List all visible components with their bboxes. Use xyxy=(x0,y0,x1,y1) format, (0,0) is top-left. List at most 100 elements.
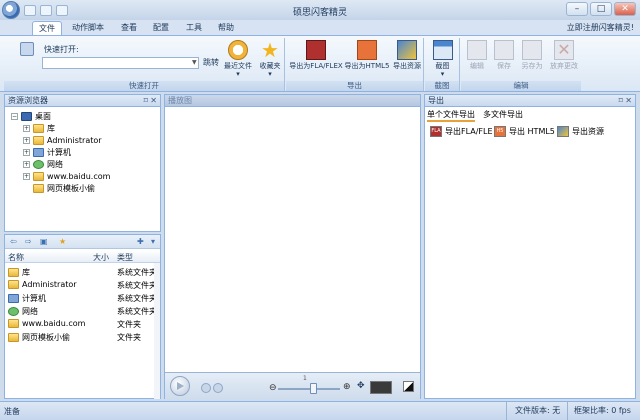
play-icon xyxy=(177,382,184,390)
file-row[interactable]: Administrator 系统文件夹 xyxy=(5,278,160,291)
folder-icon xyxy=(33,183,44,193)
expand-icon[interactable]: + xyxy=(23,136,30,144)
tree-item-administrator[interactable]: + Administrator xyxy=(23,134,102,146)
tree-item-desktop[interactable]: − 桌面 xyxy=(11,110,51,122)
add-icon[interactable]: ✚ xyxy=(137,238,146,246)
export-html5-action-label: 导出 HTML5 xyxy=(509,127,555,136)
frame-rate-status: 框架比率: 0 fps xyxy=(567,402,637,420)
expand-icon[interactable]: + xyxy=(23,148,30,156)
tree-item-template-thief[interactable]: 网页模板小偷 xyxy=(33,182,95,194)
computer-icon xyxy=(8,294,19,303)
tab-single-export[interactable]: 单个文件导出 xyxy=(427,109,475,122)
tab-actionscript[interactable]: 动作脚本 xyxy=(66,21,110,35)
background-color-icon[interactable] xyxy=(403,381,414,392)
folder-icon xyxy=(8,319,19,328)
tab-file[interactable]: 文件 xyxy=(32,21,62,35)
export-fla-label: 导出为FLA/FLEX xyxy=(289,62,343,70)
tree-item-library[interactable]: + 库 xyxy=(23,122,55,134)
pane-pin-close-icon[interactable]: ⌑ ✕ xyxy=(144,95,157,107)
group-edit: 编辑 保存 另存为 ✕ 放弃更改 编辑 xyxy=(461,38,581,91)
save-button[interactable]: 保存 xyxy=(493,40,515,70)
column-size[interactable]: 大小 xyxy=(93,252,109,263)
qat-open-icon[interactable] xyxy=(24,5,36,16)
file-row[interactable]: 网页模板小偷 文件夹 xyxy=(5,330,160,343)
back-icon[interactable]: ⇦ xyxy=(10,238,19,246)
screenshot-button[interactable]: 截图 ▾ xyxy=(429,40,456,78)
desktop-icon xyxy=(21,111,32,121)
favorites-button[interactable]: ★ 收藏夹 ▾ xyxy=(256,40,284,78)
export-resources-action[interactable]: 导出资源 xyxy=(557,126,604,137)
tab-view[interactable]: 查看 xyxy=(115,21,143,35)
chevron-down-icon: ▾ xyxy=(440,70,445,78)
resource-browser-pane: 资源浏览器 ⌑ ✕ − 桌面 + 库 + Administrator + 计算机… xyxy=(4,94,161,232)
zoom-out-icon[interactable]: ⊖ xyxy=(269,383,277,393)
fit-view-icon[interactable] xyxy=(370,381,392,394)
export-pane-header: 导出 ⌑ ✕ xyxy=(425,95,635,107)
zoom-slider[interactable] xyxy=(278,388,340,390)
pencil-icon xyxy=(467,40,487,60)
star-icon: ★ xyxy=(261,38,279,62)
recent-files-button[interactable]: 最近文件 ▾ xyxy=(222,40,254,78)
preview-header: 播放图 xyxy=(165,95,420,107)
expand-icon[interactable]: + xyxy=(23,124,30,132)
chevron-down-icon[interactable]: ▾ xyxy=(151,238,160,246)
tab-help[interactable]: 帮助 xyxy=(212,21,240,35)
close-button[interactable]: ✕ xyxy=(614,2,636,16)
favorite-star-icon[interactable]: ★ xyxy=(59,238,68,246)
minimize-button[interactable]: – xyxy=(566,2,588,16)
export-fla-button[interactable]: 导出为FLA/FLEX xyxy=(288,40,344,70)
export-tabs: 单个文件导出 多文件导出 xyxy=(427,109,523,122)
file-row[interactable]: 网络 系统文件夹 xyxy=(5,304,160,317)
zoom-in-icon[interactable]: ⊕ xyxy=(343,382,351,392)
file-row[interactable]: 计算机 系统文件夹 xyxy=(5,291,160,304)
html5-file-icon xyxy=(357,40,377,60)
expand-icon[interactable]: + xyxy=(23,160,30,168)
library-icon xyxy=(33,123,44,133)
column-name[interactable]: 名称 xyxy=(8,252,24,263)
export-html5-button[interactable]: 导出为HTML5 xyxy=(344,40,390,70)
qat-save-icon[interactable] xyxy=(40,5,52,16)
discard-icon: ✕ xyxy=(554,40,574,60)
app-logo-icon[interactable] xyxy=(2,1,20,19)
pane-pin-close-icon[interactable]: ⌑ ✕ xyxy=(619,95,632,107)
zoom-slider-thumb[interactable] xyxy=(310,383,317,394)
export-html5-action[interactable]: H5 导出 HTML5 xyxy=(494,126,555,137)
move-icon[interactable]: ✥ xyxy=(357,382,366,391)
file-type: 系统文件夹 xyxy=(117,294,157,303)
column-type[interactable]: 类型 xyxy=(117,252,133,263)
file-row[interactable]: www.baidu.com 文件夹 xyxy=(5,317,160,330)
collapse-icon[interactable]: − xyxy=(11,112,18,120)
go-button[interactable]: 跳转 xyxy=(203,57,219,68)
html5-file-icon: H5 xyxy=(494,126,506,137)
save-as-icon xyxy=(522,40,542,60)
file-type: 系统文件夹 xyxy=(117,307,157,316)
export-fla-action[interactable]: FLA 导出FLA/FLE xyxy=(430,126,493,137)
tab-tools[interactable]: 工具 xyxy=(180,21,208,35)
discard-changes-button[interactable]: ✕ 放弃更改 xyxy=(547,40,581,70)
tree-item-network[interactable]: + 网络 xyxy=(23,158,63,170)
tab-config[interactable]: 配置 xyxy=(147,21,175,35)
export-resources-button[interactable]: 导出资源 xyxy=(390,40,424,70)
quick-open-combo[interactable] xyxy=(42,57,199,69)
export-resources-action-label: 导出资源 xyxy=(572,127,604,136)
qat-undo-icon[interactable] xyxy=(56,5,68,16)
maximize-button[interactable]: □ xyxy=(590,2,612,16)
vertical-scrollbar[interactable] xyxy=(154,263,160,399)
edit-button[interactable]: 编辑 xyxy=(465,40,489,70)
tree-item-computer[interactable]: + 计算机 xyxy=(23,146,71,158)
up-folder-icon[interactable]: ▣ xyxy=(40,238,49,246)
status-text: 准备 xyxy=(4,407,20,416)
tab-multi-export[interactable]: 多文件导出 xyxy=(483,109,523,122)
step-forward-button[interactable] xyxy=(213,383,223,393)
tree-item-baidu[interactable]: + www.baidu.com xyxy=(23,170,110,182)
save-as-button[interactable]: 另存为 xyxy=(519,40,545,70)
register-link[interactable]: 立即注册闪客精灵! xyxy=(567,22,634,33)
group-label: 快速打开 xyxy=(4,81,284,91)
expand-icon[interactable]: + xyxy=(23,172,30,180)
tree-item-label: www.baidu.com xyxy=(47,171,111,181)
file-row[interactable]: 库 系统文件夹 xyxy=(5,265,160,278)
forward-icon[interactable]: ⇨ xyxy=(25,238,34,246)
step-back-button[interactable] xyxy=(201,383,211,393)
quick-open-label: 快速打开: xyxy=(44,45,79,54)
combo-dropdown-arrow-icon[interactable]: ▼ xyxy=(192,59,197,66)
